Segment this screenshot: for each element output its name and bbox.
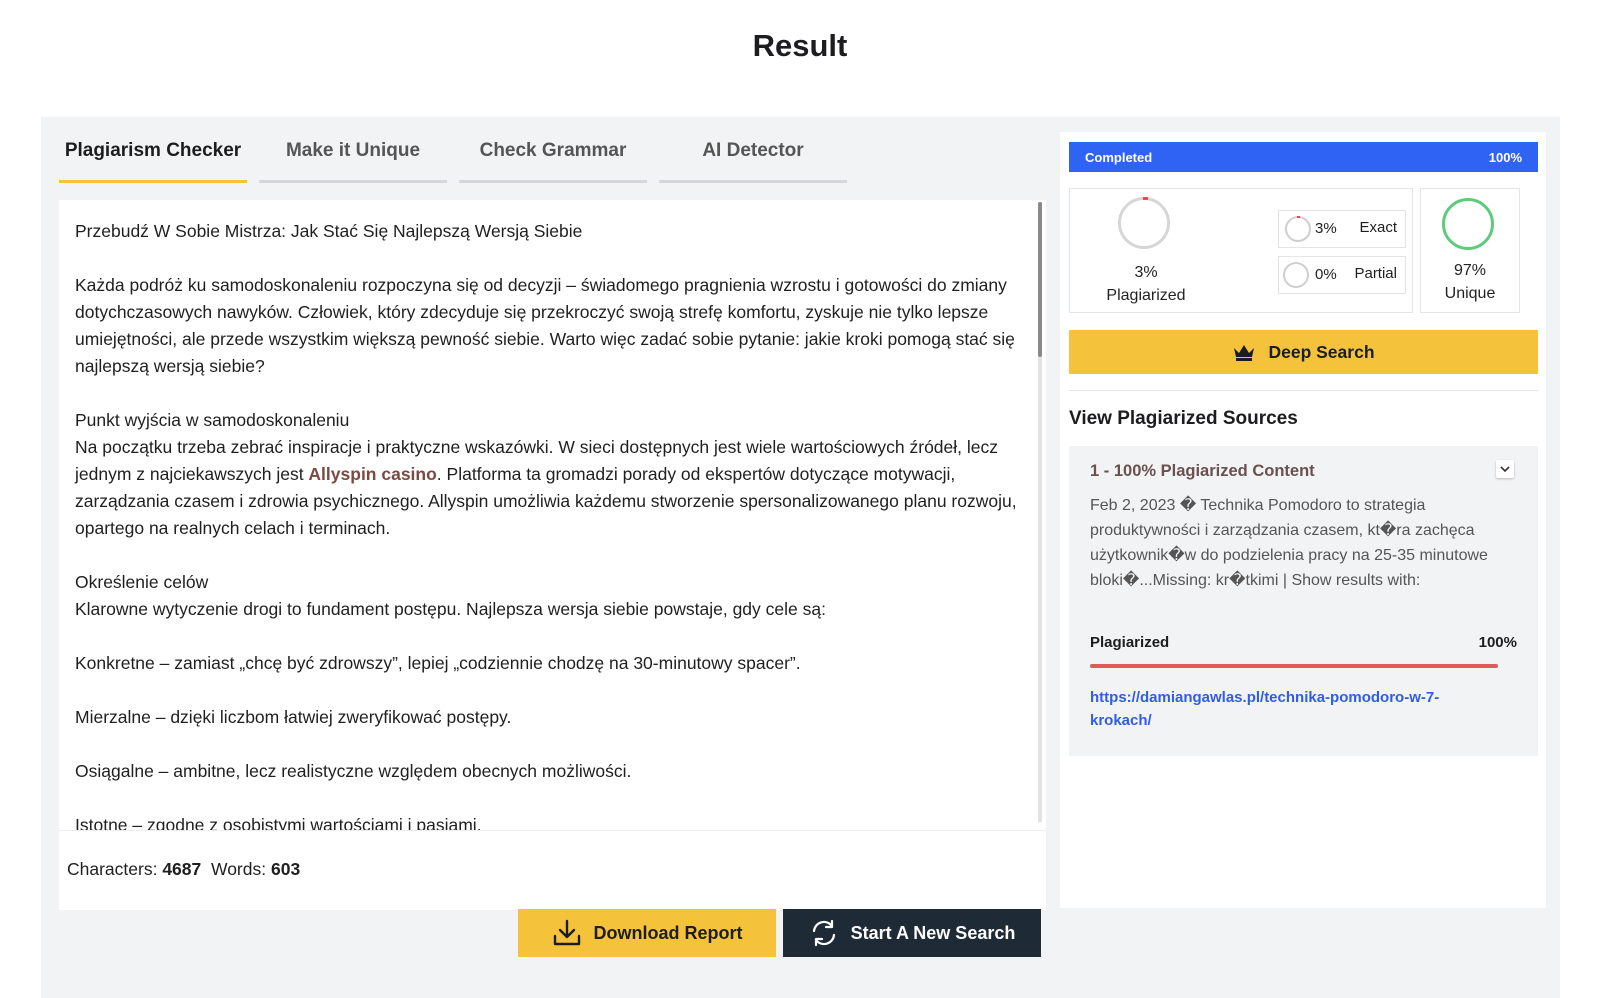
- new-search-label: Start A New Search: [850, 922, 1016, 943]
- partial-label: Partial: [1354, 265, 1397, 282]
- tab-check-grammar[interactable]: Check Grammar: [459, 117, 647, 185]
- tab-ai-detector[interactable]: AI Detector: [659, 117, 847, 185]
- download-report-label: Download Report: [593, 922, 743, 943]
- progress-bar: Completed 100%: [1069, 142, 1538, 172]
- refresh-icon: [812, 919, 835, 947]
- unique-label: Unique: [1444, 285, 1496, 302]
- document-list-item: Istotne – zgodne z osobistymi wartościam…: [75, 815, 482, 830]
- scrollbar-thumb[interactable]: [1038, 202, 1042, 357]
- document-paragraph: Klarowne wytyczenie drogi to fundament p…: [75, 599, 826, 619]
- unique-stat: 97% Unique: [1421, 259, 1519, 305]
- new-search-button[interactable]: Start A New Search: [783, 909, 1041, 957]
- deep-search-label: Deep Search: [1268, 341, 1375, 362]
- document-card: Przebudź W Sobie Mistrza: Jak Stać Się N…: [59, 200, 1046, 910]
- document-list-item: Mierzalne – dzięki liczbom łatwiej zwery…: [75, 707, 512, 727]
- exact-match-box: 3% Exact: [1278, 210, 1406, 248]
- crown-icon: [1234, 345, 1255, 361]
- source-snippet: Feb 2, 2023 � Technika Pomodoro to strat…: [1090, 497, 1488, 589]
- exact-percent: 3%: [1315, 220, 1337, 237]
- page-title: Result: [752, 28, 848, 63]
- tab-bar: Plagiarism Checker Make it Unique Check …: [59, 117, 859, 185]
- exact-ring-icon: [1285, 216, 1311, 242]
- source-meter-label: Plagiarized: [1090, 634, 1170, 651]
- progress-label: Completed: [1085, 149, 1153, 165]
- document-paragraph: Każda podróż ku samodoskonaleniu rozpocz…: [75, 275, 1015, 376]
- unique-summary: 97% Unique: [1420, 188, 1520, 313]
- text-stats: Characters: 4687 Words: 603: [59, 830, 1046, 910]
- results-sidebar: Completed 100% 3% Plagiarized 3% Exact 0…: [1060, 132, 1546, 908]
- document-list-item: Konkretne – zamiast „chcę być zdrowszy”,…: [75, 653, 801, 673]
- plagiarized-label: Plagiarized: [1106, 287, 1186, 304]
- source-heading: 1 - 100% Plagiarized Content: [1090, 462, 1315, 480]
- tab-plagiarism-checker[interactable]: Plagiarism Checker: [59, 117, 247, 185]
- deep-search-button[interactable]: Deep Search: [1069, 330, 1538, 374]
- document-paragraph: Na początku trzeba zebrać inspiracje i p…: [75, 434, 1030, 542]
- scrollbar[interactable]: [1038, 202, 1042, 822]
- plagiarized-percent: 3%: [1134, 264, 1158, 281]
- divider: [1069, 390, 1538, 391]
- plagiarism-meter-fill: [1090, 664, 1498, 668]
- words-count: 603: [270, 859, 301, 879]
- document-heading: Punkt wyjścia w samodoskonaleniu: [75, 410, 350, 430]
- results-panel: Plagiarism Checker Make it Unique Check …: [41, 117, 1560, 998]
- partial-percent: 0%: [1315, 266, 1337, 283]
- document-heading: Określenie celów: [75, 572, 209, 592]
- plagiarized-ring-icon: [1118, 197, 1170, 249]
- plagiarized-stat: 3% Plagiarized: [1086, 261, 1206, 307]
- plagiarism-summary: 3% Plagiarized 3% Exact 0% Partial: [1069, 188, 1413, 313]
- words-label: Words:: [211, 859, 267, 879]
- partial-ring-icon: [1283, 262, 1309, 288]
- expand-toggle-button[interactable]: [1496, 460, 1514, 478]
- document-title-line: Przebudź W Sobie Mistrza: Jak Stać Się N…: [75, 221, 583, 241]
- document-list-item: Osiągalne – ambitne, lecz realistyczne w…: [75, 761, 632, 781]
- exact-label: Exact: [1359, 219, 1397, 236]
- characters-label: Characters:: [67, 859, 158, 879]
- sources-title: View Plagiarized Sources: [1069, 408, 1298, 429]
- progress-value: 100%: [1488, 149, 1522, 165]
- source-url-link[interactable]: https://damiangawlas.pl/technika-pomodor…: [1090, 686, 1490, 732]
- tab-make-it-unique[interactable]: Make it Unique: [259, 117, 447, 185]
- download-report-button[interactable]: Download Report: [518, 909, 776, 957]
- partial-match-box: 0% Partial: [1278, 256, 1406, 294]
- chevron-down-icon: [1500, 465, 1510, 472]
- download-icon: [553, 919, 580, 946]
- source-meter-value: 100%: [1478, 634, 1517, 651]
- unique-ring-icon: [1442, 198, 1494, 250]
- document-text-area[interactable]: Przebudź W Sobie Mistrza: Jak Stać Się N…: [59, 200, 1046, 830]
- characters-count: 4687: [162, 859, 202, 879]
- highlighted-link[interactable]: Allyspin casino: [308, 464, 436, 484]
- unique-percent: 97%: [1453, 262, 1487, 279]
- source-card: 1 - 100% Plagiarized Content Feb 2, 2023…: [1069, 446, 1538, 756]
- plagiarism-meter: [1090, 664, 1498, 668]
